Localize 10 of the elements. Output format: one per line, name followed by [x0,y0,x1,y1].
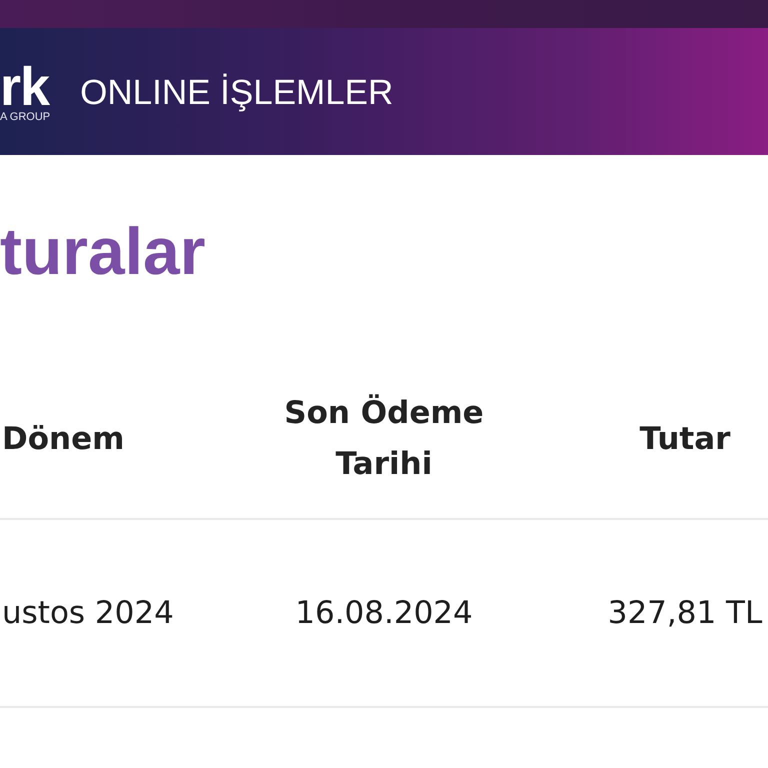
header-title: ONLINE İŞLEMLER [80,72,394,112]
page-title: turalar [0,213,206,290]
logo-wordmark: rk [0,65,50,109]
table-cell-text: 327,81 TL [608,594,762,633]
column-header: Son Ödeme Tarihi [283,393,485,484]
column-header: Tutar [640,420,730,458]
column-header: Dönem [2,420,124,458]
logo-tagline: A GROUP [0,111,50,124]
table-cell-text: 16.08.2024 [295,594,473,633]
table-cell-text: ustos 2024 [2,594,174,633]
